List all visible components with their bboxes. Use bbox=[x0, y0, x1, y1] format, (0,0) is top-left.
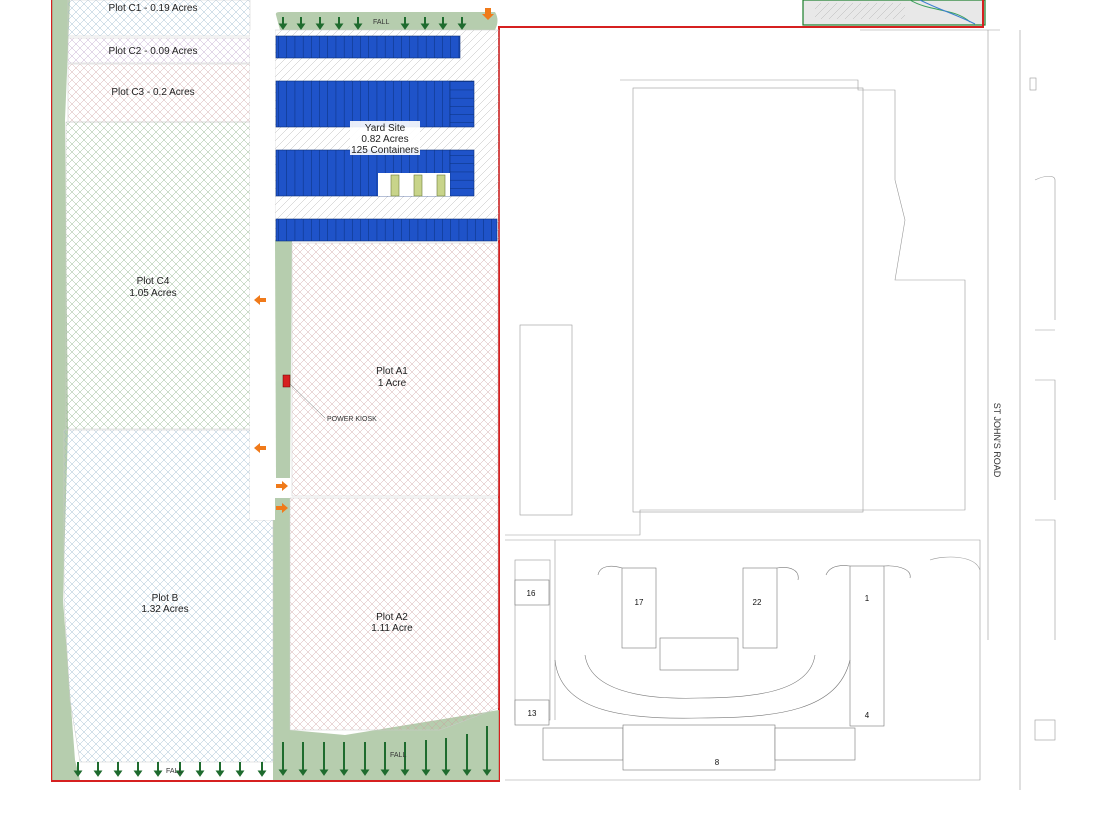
fall-label-top: FALL bbox=[373, 19, 389, 26]
plot-a1-name: Plot A1 bbox=[376, 366, 408, 377]
plot-c2-label: Plot C2 - 0.09 Acres bbox=[109, 46, 198, 57]
road-name-label: ST JOHN'S ROAD bbox=[992, 403, 1002, 478]
unit-22: 22 bbox=[753, 598, 762, 607]
fall-arrow-bl-1 bbox=[93, 762, 103, 777]
fall-arrow-bl-3 bbox=[133, 762, 143, 777]
fall-label-bottom-left: FALL bbox=[166, 768, 182, 775]
housing bbox=[514, 565, 911, 771]
power-kiosk[interactable] bbox=[282, 374, 291, 388]
plot-c1-label: Plot C1 - 0.19 Acres bbox=[109, 3, 198, 14]
yard-site-area: 0.82 Acres bbox=[361, 134, 408, 145]
unit-13: 13 bbox=[528, 709, 537, 718]
yard-site-containers: 125 Containers bbox=[351, 145, 419, 156]
unit-4: 4 bbox=[865, 711, 870, 720]
plot-a1-area: 1 Acre bbox=[378, 378, 407, 389]
fall-arrow-bl-9 bbox=[257, 762, 267, 777]
plot-a2-area: 1.11 Acre bbox=[371, 623, 413, 634]
inset-drawing bbox=[802, 0, 986, 26]
plot-c4-name: Plot C4 bbox=[137, 276, 170, 287]
fall-arrow-bl-7 bbox=[215, 762, 225, 777]
yard-site-label: Yard Site 0.82 Acres 125 Containers bbox=[350, 121, 420, 156]
arrow-right-1 bbox=[276, 481, 288, 491]
plot-c4-area: 1.05 Acres bbox=[129, 288, 176, 299]
unit-16: 16 bbox=[527, 589, 536, 598]
fall-arrow-bl-6 bbox=[195, 762, 205, 777]
yard-site-name: Yard Site bbox=[365, 123, 406, 134]
unit-8: 8 bbox=[715, 758, 720, 767]
unit-17: 17 bbox=[635, 598, 644, 607]
fall-arrow-bl-2 bbox=[113, 762, 123, 777]
fall-arrow-bl-8 bbox=[235, 762, 245, 777]
plot-c3-label: Plot C3 - 0.2 Acres bbox=[111, 87, 194, 98]
plot-b-area: 1.32 Acres bbox=[141, 604, 188, 615]
power-kiosk-label: POWER KIOSK bbox=[327, 416, 377, 423]
site-plan-map: POWER KIOSK FALL FALL FALL Plot C1 - 0.1… bbox=[51, 0, 1056, 790]
plot-a2-name: Plot A2 bbox=[376, 612, 408, 623]
fall-arrow-bl-4 bbox=[153, 762, 163, 777]
surrounding-context bbox=[505, 29, 1056, 790]
fall-label-bottom-right: FALL bbox=[390, 752, 406, 759]
unit-1: 1 bbox=[865, 594, 870, 603]
plot-b-name: Plot B bbox=[152, 593, 179, 604]
